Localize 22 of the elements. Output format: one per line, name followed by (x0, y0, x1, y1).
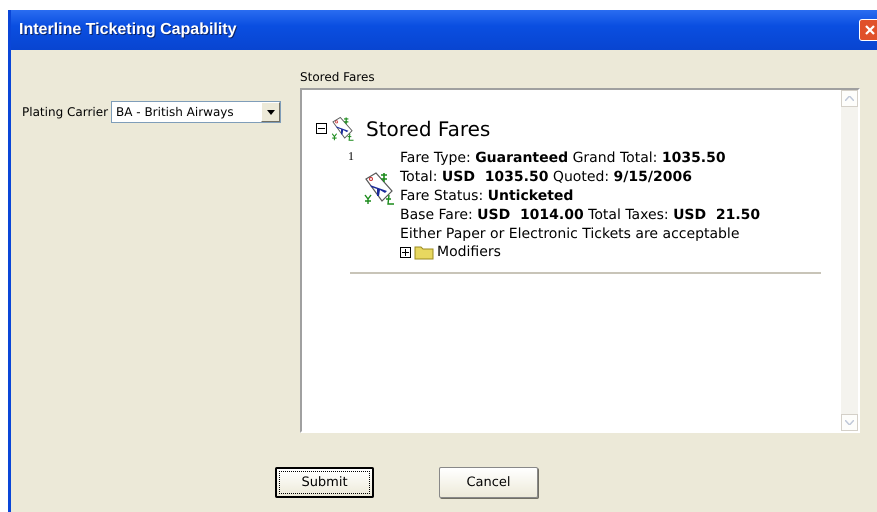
fare-detail: Fare Status: Unticketed (400, 187, 574, 206)
price-tag-icon (362, 171, 396, 205)
cancel-button[interactable]: Cancel (439, 467, 538, 498)
stored-fares-label: Stored Fares (300, 70, 376, 84)
tree-title: Stored Fares (366, 116, 490, 140)
expand-toggle[interactable] (400, 246, 411, 258)
close-icon (864, 24, 876, 36)
submit-button[interactable]: Submit (275, 467, 374, 498)
window-title: Interline Ticketing Capability (18, 21, 237, 39)
fare-number: 1 (348, 149, 355, 165)
close-button[interactable] (859, 19, 877, 41)
plating-carrier-dropdown[interactable]: BA - British Airways (111, 101, 282, 123)
fare-detail: Total: USD 1035.50 Quoted: 9/15/2006 (400, 168, 693, 187)
tree-item[interactable]: Modifiers (437, 244, 501, 260)
fare-detail: Base Fare: USD 1014.00 Total Taxes: USD 21.50 (400, 206, 760, 225)
fare-detail: Fare Type: Guaranteed Grand Total: 1035.50 (400, 149, 727, 168)
plating-carrier-label: Plating Carrier (22, 105, 108, 119)
folder-icon (414, 244, 434, 260)
collapse-toggle[interactable] (316, 123, 327, 134)
price-tag-icon (330, 116, 355, 141)
fare-detail: Either Paper or Electronic Tickets are acceptable (400, 225, 740, 244)
dropdown-arrow-icon (266, 110, 275, 114)
